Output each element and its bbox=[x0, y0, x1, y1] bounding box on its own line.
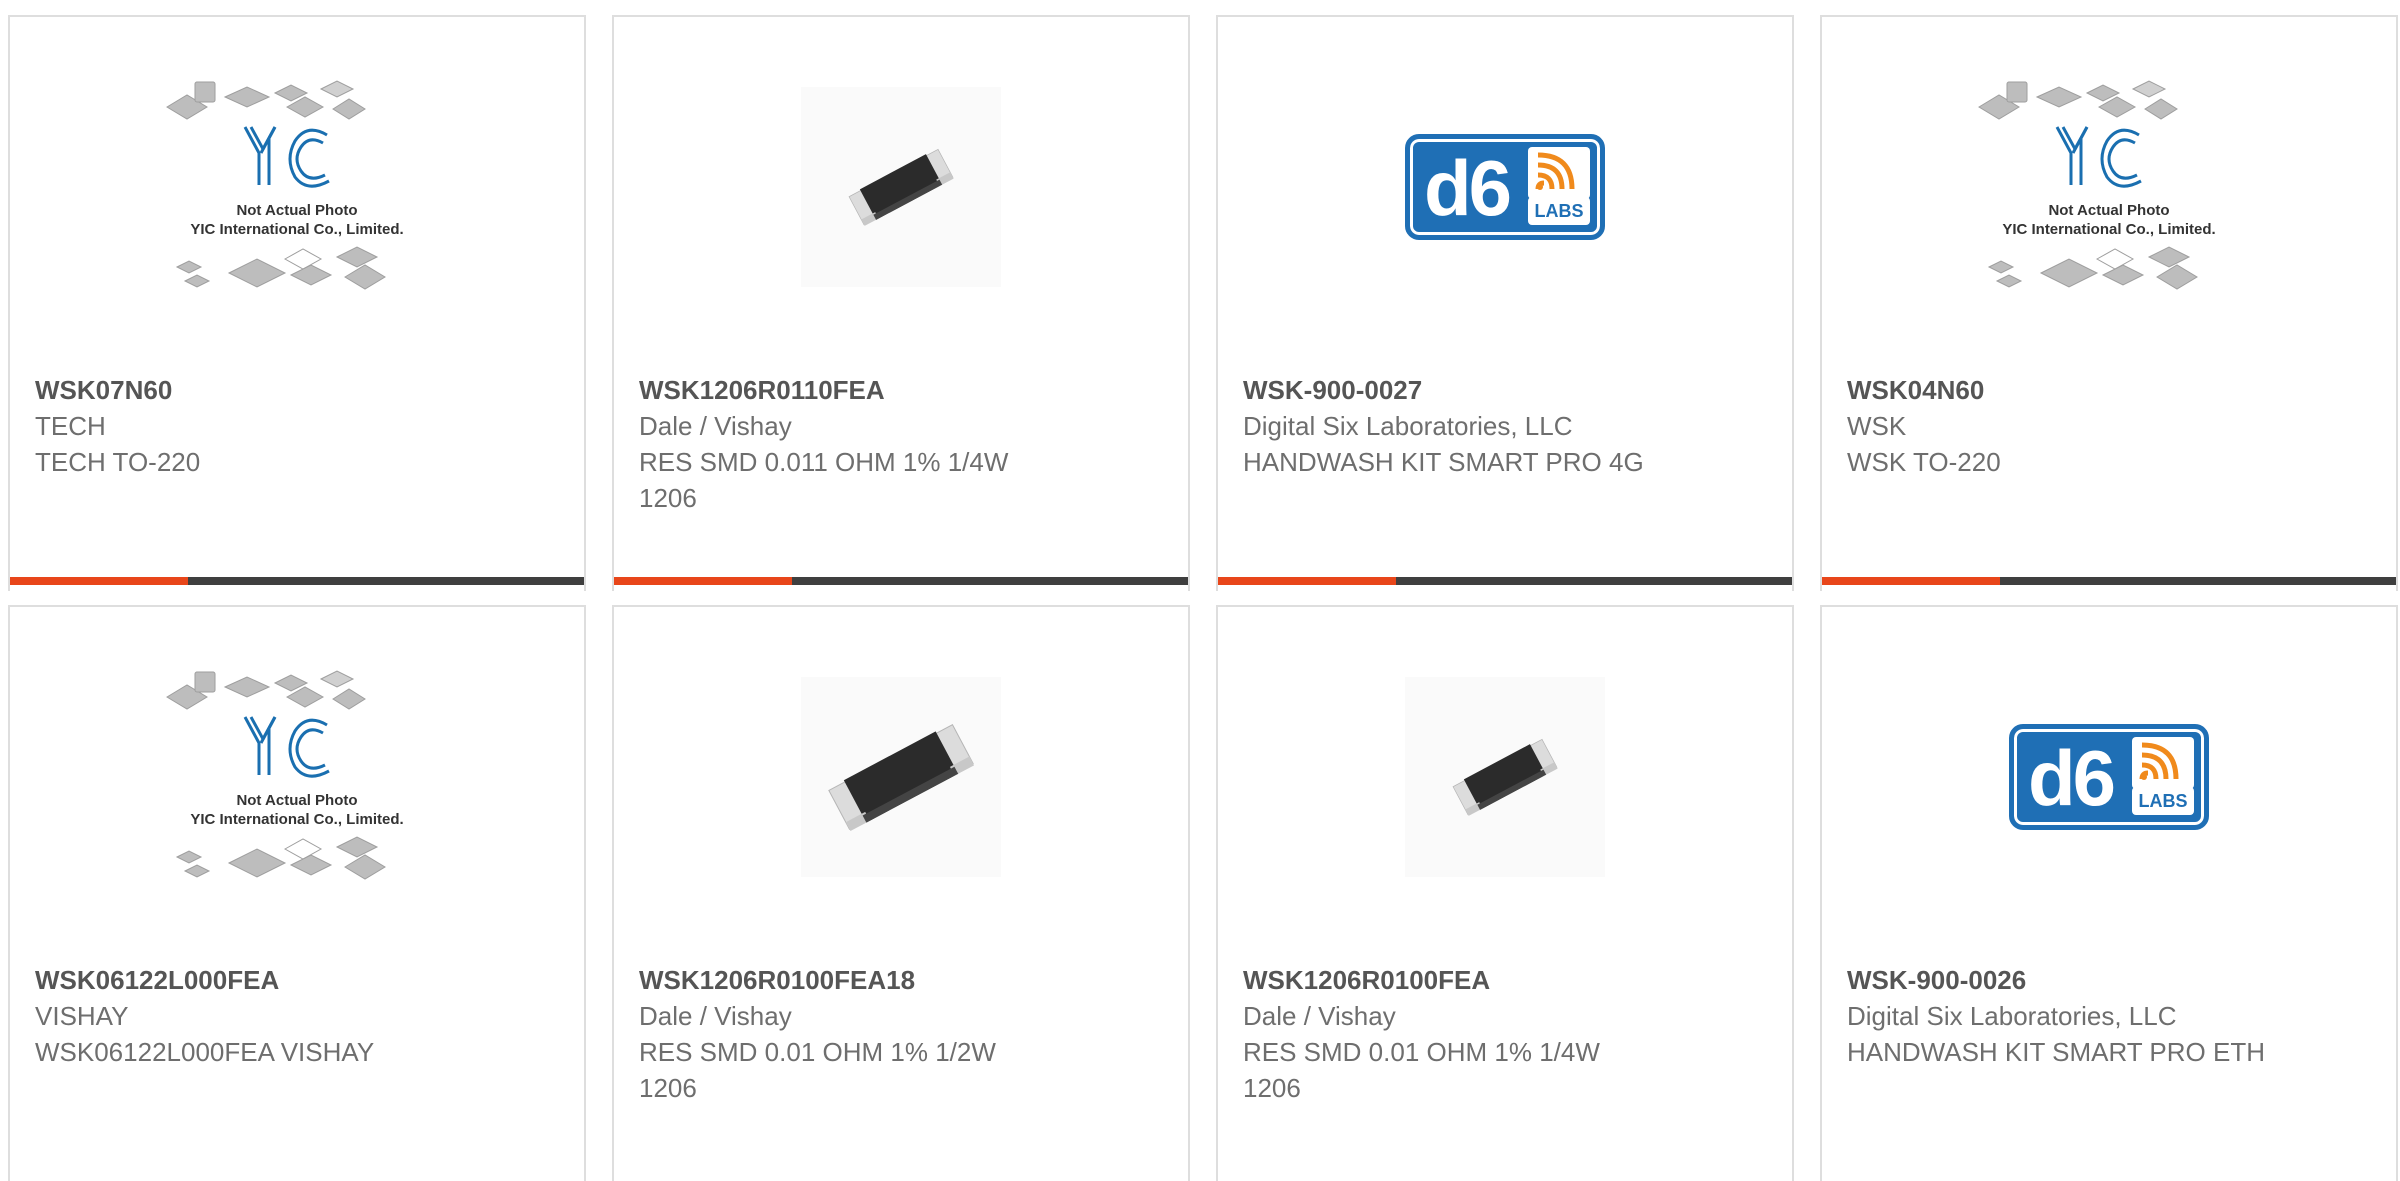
placeholder-note-line2: YIC International Co., Limited. bbox=[190, 221, 403, 238]
card-accent-bar bbox=[614, 577, 792, 585]
smd-resistor-image bbox=[801, 87, 1001, 287]
part-number-link[interactable]: WSK-900-0027 bbox=[1243, 372, 1663, 408]
placeholder-note-line1: Not Actual Photo bbox=[236, 202, 357, 219]
product-card[interactable]: WSK1206R0100FEA Dale / Vishay RES SMD 0.… bbox=[1216, 605, 1794, 1181]
card-accent-bar bbox=[1218, 577, 1396, 585]
smd-resistor-image bbox=[1405, 677, 1605, 877]
placeholder-note-line1: Not Actual Photo bbox=[2048, 202, 2169, 219]
manufacturer-name: Digital Six Laboratories, LLC bbox=[1243, 411, 1573, 441]
placeholder-note-line2: YIC International Co., Limited. bbox=[2002, 221, 2215, 238]
product-card[interactable]: WSK1206R0110FEA Dale / Vishay RES SMD 0.… bbox=[612, 15, 1190, 591]
product-card[interactable]: d6 LABS WSK-900-0026 Digital Six Laborat… bbox=[1820, 605, 2398, 1181]
product-card[interactable]: Not Actual Photo YIC International Co., … bbox=[1820, 15, 2398, 591]
card-bottom-bar bbox=[1218, 577, 1792, 585]
product-card[interactable]: WSK1206R0100FEA18 Dale / Vishay RES SMD … bbox=[612, 605, 1190, 1181]
product-card[interactable]: Not Actual Photo YIC International Co., … bbox=[8, 15, 586, 591]
part-number-link[interactable]: WSK06122L000FEA bbox=[35, 962, 455, 998]
manufacturer-name: Dale / Vishay bbox=[639, 1001, 792, 1031]
product-image[interactable] bbox=[614, 607, 1188, 947]
wifi-signal-icon bbox=[2132, 737, 2194, 789]
card-bottom-bar bbox=[1822, 577, 2396, 585]
product-info: WSK1206R0100FEA18 Dale / Vishay RES SMD … bbox=[639, 962, 1059, 1106]
manufacturer-name: Dale / Vishay bbox=[1243, 1001, 1396, 1031]
placeholder-note-line2: YIC International Co., Limited. bbox=[190, 811, 403, 828]
manufacturer-name: WSK bbox=[1847, 411, 1907, 441]
part-number-link[interactable]: WSK1206R0110FEA bbox=[639, 372, 1059, 408]
product-info: WSK1206R0100FEA Dale / Vishay RES SMD 0.… bbox=[1243, 962, 1663, 1106]
yic-placeholder-image: Not Actual Photo YIC International Co., … bbox=[166, 670, 404, 880]
product-image[interactable]: Not Actual Photo YIC International Co., … bbox=[10, 17, 584, 357]
product-description: HANDWASH KIT SMART PRO 4G bbox=[1243, 447, 1644, 477]
d6-logo-text: d6 bbox=[1424, 144, 1512, 232]
product-description: HANDWASH KIT SMART PRO ETH bbox=[1847, 1037, 2265, 1067]
product-info: WSK07N60 TECH TECH TO-220 bbox=[35, 372, 455, 480]
product-image[interactable] bbox=[1218, 607, 1792, 947]
product-image[interactable]: d6 LABS bbox=[1822, 607, 2396, 947]
placeholder-note-line1: Not Actual Photo bbox=[236, 792, 357, 809]
product-image[interactable]: Not Actual Photo YIC International Co., … bbox=[1822, 17, 2396, 357]
product-description: RES SMD 0.01 OHM 1% 1/2W 1206 bbox=[639, 1037, 996, 1103]
wifi-signal-icon bbox=[1528, 147, 1590, 199]
product-info: WSK-900-0026 Digital Six Laboratories, L… bbox=[1847, 962, 2267, 1070]
part-number-link[interactable]: WSK07N60 bbox=[35, 372, 455, 408]
product-card[interactable]: d6 LABS WSK-900-0027 Digital Six Laborat… bbox=[1216, 15, 1794, 591]
card-bottom-bar bbox=[614, 577, 1188, 585]
product-image[interactable]: Not Actual Photo YIC International Co., … bbox=[10, 607, 584, 947]
product-image[interactable] bbox=[614, 17, 1188, 357]
yic-placeholder-image: Not Actual Photo YIC International Co., … bbox=[1978, 80, 2216, 290]
manufacturer-name: Dale / Vishay bbox=[639, 411, 792, 441]
part-number-link[interactable]: WSK1206R0100FEA bbox=[1243, 962, 1663, 998]
part-number-link[interactable]: WSK-900-0026 bbox=[1847, 962, 2267, 998]
product-description: TECH TO-220 bbox=[35, 447, 201, 477]
product-info: WSK1206R0110FEA Dale / Vishay RES SMD 0.… bbox=[639, 372, 1059, 516]
manufacturer-name: TECH bbox=[35, 411, 106, 441]
d6-logo-labs: LABS bbox=[2132, 787, 2194, 815]
part-number-link[interactable]: WSK1206R0100FEA18 bbox=[639, 962, 1059, 998]
product-description: RES SMD 0.011 OHM 1% 1/4W 1206 bbox=[639, 447, 1009, 513]
yic-placeholder-image: Not Actual Photo YIC International Co., … bbox=[166, 80, 404, 290]
product-description: RES SMD 0.01 OHM 1% 1/4W 1206 bbox=[1243, 1037, 1600, 1103]
manufacturer-name: Digital Six Laboratories, LLC bbox=[1847, 1001, 2177, 1031]
manufacturer-name: VISHAY bbox=[35, 1001, 129, 1031]
card-bottom-bar bbox=[10, 577, 584, 585]
product-info: WSK04N60 WSK WSK TO-220 bbox=[1847, 372, 2267, 480]
d6-logo-text: d6 bbox=[2028, 734, 2116, 822]
part-number-link[interactable]: WSK04N60 bbox=[1847, 372, 2267, 408]
card-accent-bar bbox=[10, 577, 188, 585]
product-description: WSK TO-220 bbox=[1847, 447, 2001, 477]
d6-labs-logo: d6 LABS bbox=[1405, 134, 1605, 240]
d6-logo-labs: LABS bbox=[1528, 197, 1590, 225]
product-info: WSK06122L000FEA VISHAY WSK06122L000FEA V… bbox=[35, 962, 455, 1070]
product-card[interactable]: Not Actual Photo YIC International Co., … bbox=[8, 605, 586, 1181]
d6-labs-logo: d6 LABS bbox=[2009, 724, 2209, 830]
product-description: WSK06122L000FEA VISHAY bbox=[35, 1037, 375, 1067]
smd-resistor-image bbox=[801, 677, 1001, 877]
product-image[interactable]: d6 LABS bbox=[1218, 17, 1792, 357]
product-grid: Not Actual Photo YIC International Co., … bbox=[0, 0, 2400, 1181]
card-accent-bar bbox=[1822, 577, 2000, 585]
product-info: WSK-900-0027 Digital Six Laboratories, L… bbox=[1243, 372, 1663, 480]
